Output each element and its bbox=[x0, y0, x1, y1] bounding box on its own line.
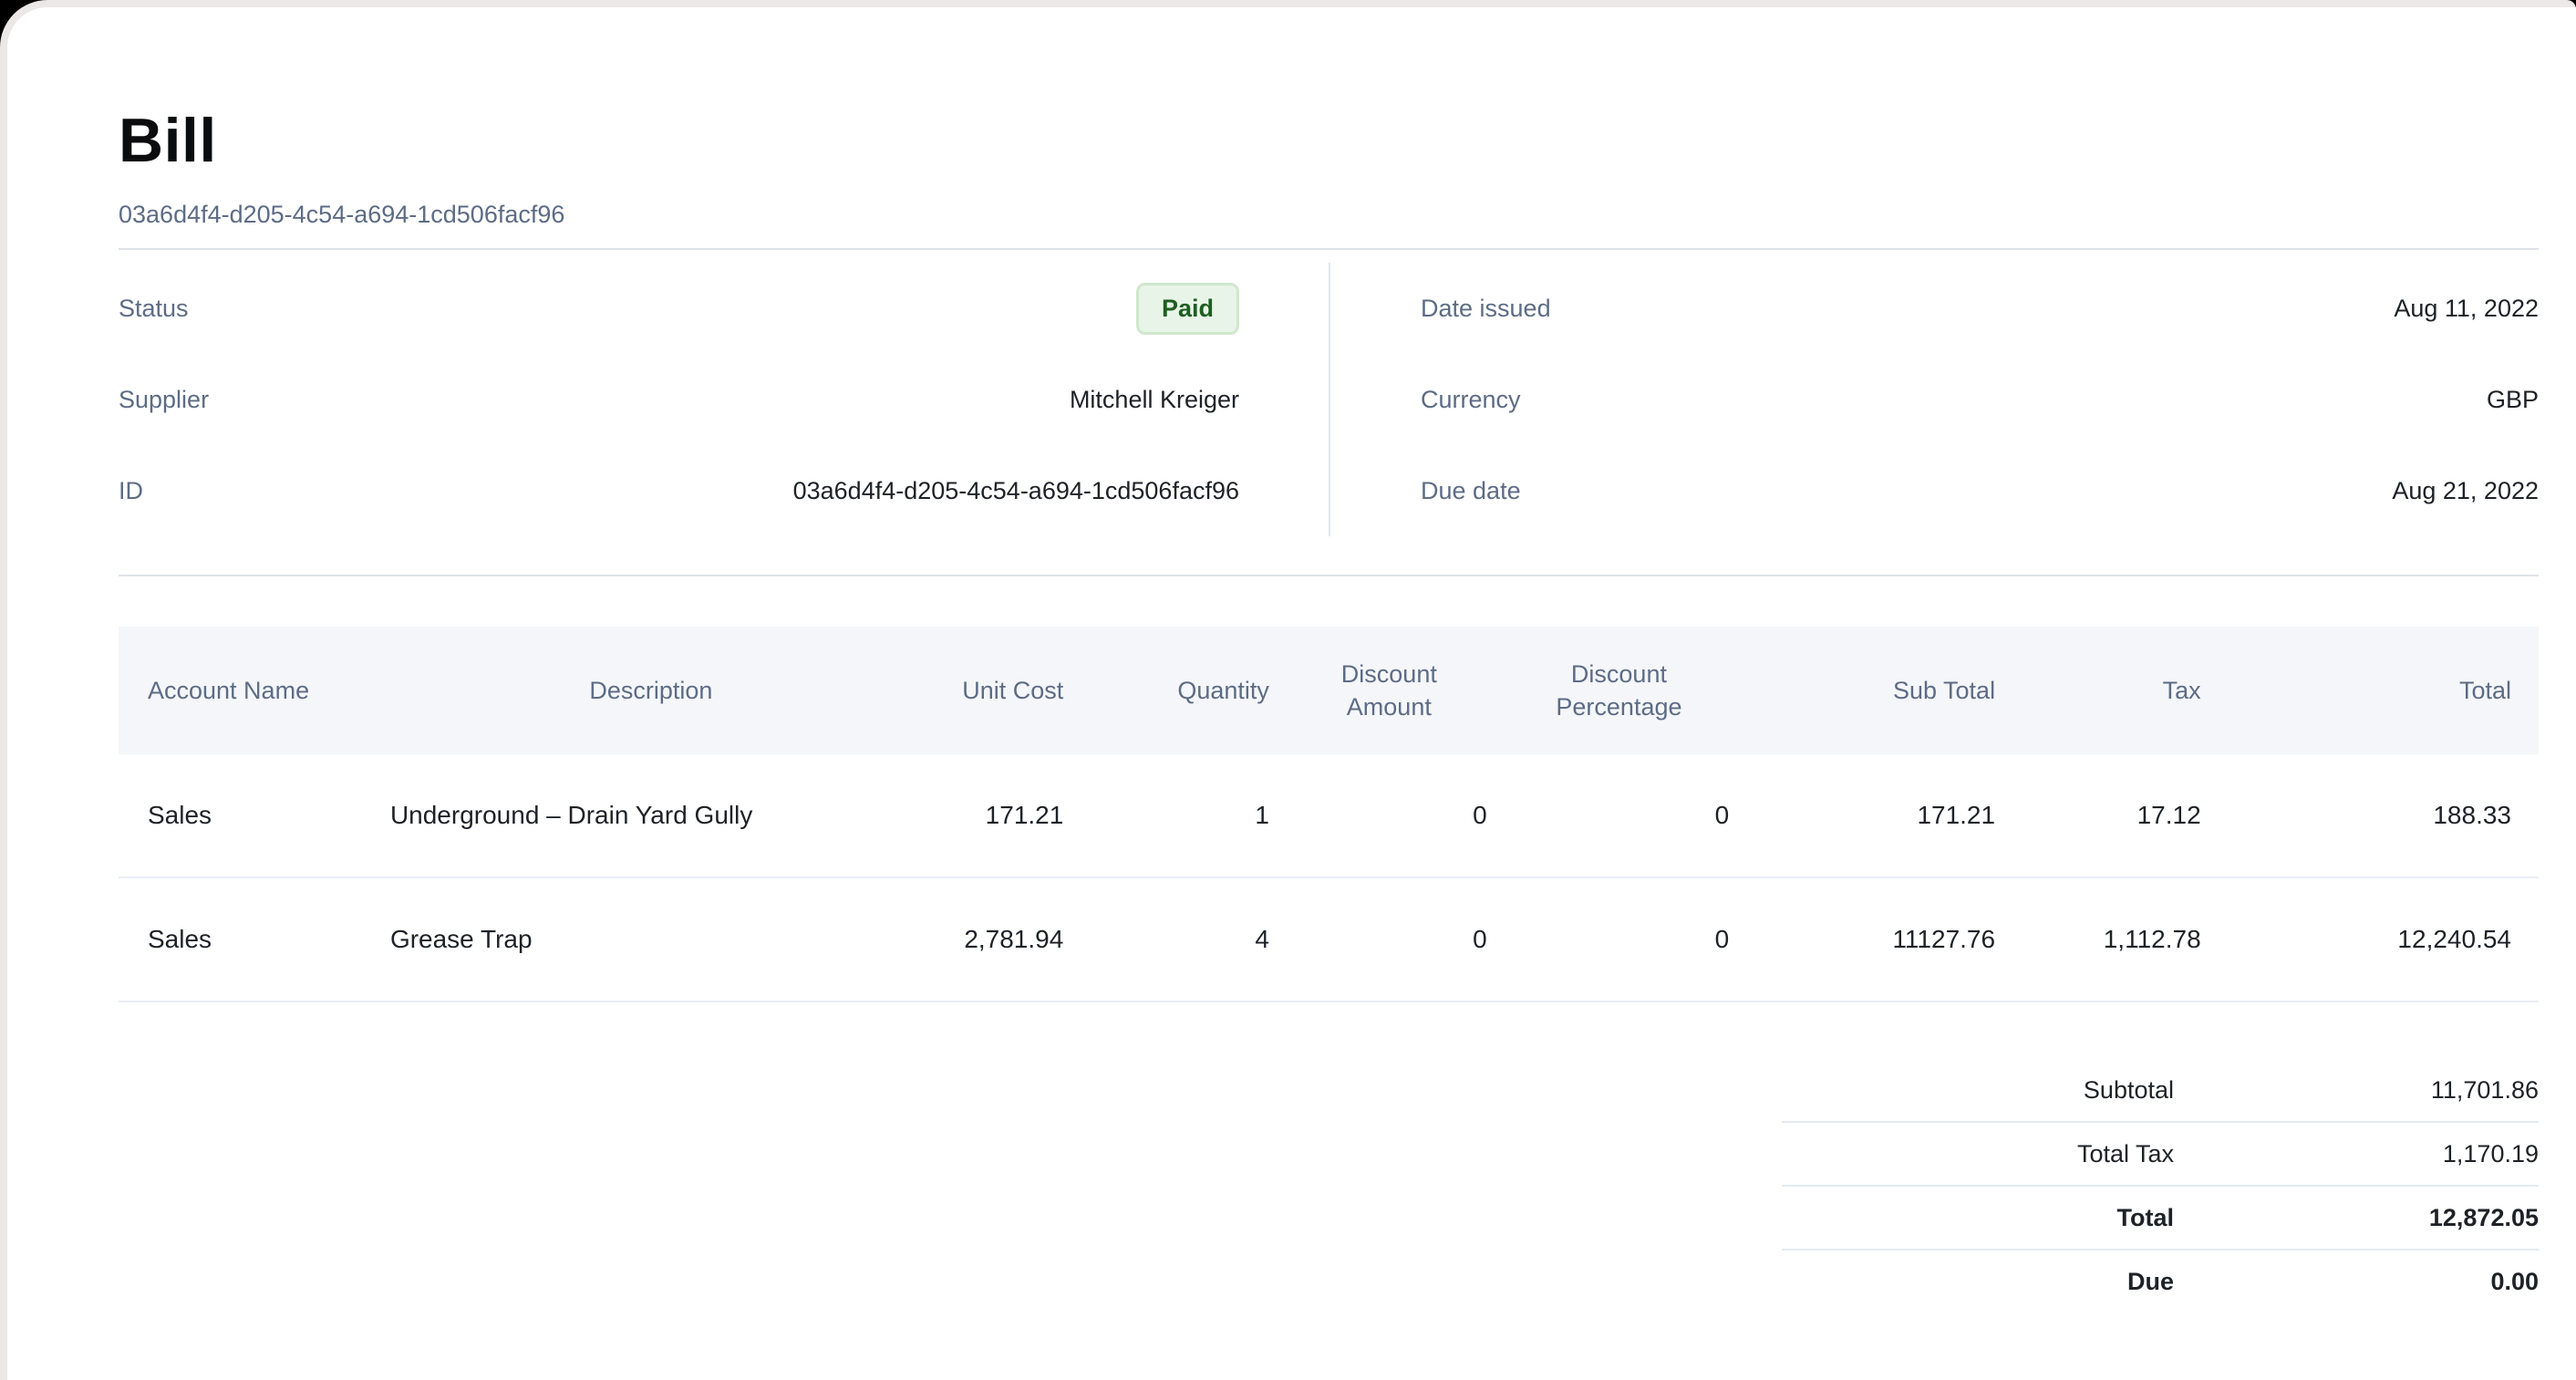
cell-description: Underground – Drain Yard Gully bbox=[385, 754, 917, 877]
col-header-unit-cost: Unit Cost bbox=[917, 627, 1075, 754]
total-value: 12,872.05 bbox=[2174, 1204, 2539, 1232]
col-header-quantity: Quantity bbox=[1074, 627, 1280, 754]
cell-unit-cost: 2,781.94 bbox=[917, 877, 1075, 1001]
cell-account-name: Sales bbox=[119, 754, 385, 877]
table-row: Sales Underground – Drain Yard Gully 171… bbox=[119, 754, 2539, 877]
bill-uuid: 03a6d4f4-d205-4c54-a694-1cd506facf96 bbox=[119, 199, 2539, 230]
bill-info-right-column: Date issued Aug 11, 2022 Currency GBP Du… bbox=[1329, 263, 2539, 536]
divider-under-info bbox=[119, 575, 2539, 576]
bill-info-left-column: Status Paid Supplier Mitchell Kreiger ID… bbox=[119, 263, 1329, 536]
bill-detail-card: Bill 03a6d4f4-d205-4c54-a694-1cd506facf9… bbox=[7, 7, 2576, 1380]
table-row: Sales Grease Trap 2,781.94 4 0 0 11127.7… bbox=[119, 877, 2539, 1001]
due-label: Due bbox=[1782, 1268, 2174, 1296]
total-label: Total bbox=[1782, 1204, 2174, 1232]
info-row-supplier: Supplier Mitchell Kreiger bbox=[119, 354, 1239, 445]
id-label: ID bbox=[119, 477, 143, 505]
total-tax-value: 1,170.19 bbox=[2174, 1140, 2539, 1168]
due-date-label: Due date bbox=[1421, 477, 1521, 505]
total-tax-label: Total Tax bbox=[1782, 1140, 2174, 1168]
cell-unit-cost: 171.21 bbox=[917, 754, 1075, 877]
totals-row-total-tax: Total Tax 1,170.19 bbox=[1782, 1121, 2539, 1185]
id-value: 03a6d4f4-d205-4c54-a694-1cd506facf96 bbox=[793, 477, 1239, 505]
info-row-id: ID 03a6d4f4-d205-4c54-a694-1cd506facf96 bbox=[119, 445, 1239, 536]
cell-sub-total: 11127.76 bbox=[1740, 877, 2006, 1001]
col-header-total: Total bbox=[2212, 627, 2539, 754]
cell-description: Grease Trap bbox=[385, 877, 917, 1001]
cell-discount-percentage: 0 bbox=[1498, 754, 1740, 877]
date-issued-value: Aug 11, 2022 bbox=[2394, 295, 2539, 323]
col-header-discount-percentage: Discount Percentage bbox=[1498, 627, 1740, 754]
supplier-label: Supplier bbox=[119, 386, 209, 414]
totals-row-total: Total 12,872.05 bbox=[1782, 1185, 2539, 1249]
due-date-value: Aug 21, 2022 bbox=[2392, 477, 2539, 505]
status-badge: Paid bbox=[1136, 283, 1239, 335]
cell-sub-total: 171.21 bbox=[1740, 754, 2006, 877]
cell-total: 12,240.54 bbox=[2212, 877, 2539, 1001]
col-header-account-name: Account Name bbox=[119, 627, 385, 754]
col-header-description: Description bbox=[385, 627, 917, 754]
supplier-value: Mitchell Kreiger bbox=[1070, 386, 1239, 414]
col-header-tax: Tax bbox=[2006, 627, 2212, 754]
currency-label: Currency bbox=[1421, 386, 1521, 414]
due-value: 0.00 bbox=[2174, 1268, 2539, 1296]
page-title: Bill bbox=[119, 106, 2539, 175]
date-issued-label: Date issued bbox=[1421, 295, 1551, 323]
info-row-currency: Currency GBP bbox=[1421, 354, 2539, 445]
totals-row-due: Due 0.00 bbox=[1782, 1249, 2539, 1313]
col-header-sub-total: Sub Total bbox=[1740, 627, 2006, 754]
info-row-due-date: Due date Aug 21, 2022 bbox=[1421, 445, 2539, 536]
cell-total: 188.33 bbox=[2212, 754, 2539, 877]
cell-tax: 17.12 bbox=[2006, 754, 2212, 877]
bill-info-section: Status Paid Supplier Mitchell Kreiger ID… bbox=[119, 250, 2539, 536]
line-items-table: Account Name Description Unit Cost Quant… bbox=[119, 627, 2539, 1002]
subtotal-label: Subtotal bbox=[1782, 1076, 2174, 1105]
status-label: Status bbox=[119, 295, 189, 323]
totals-row-subtotal: Subtotal 11,701.86 bbox=[1782, 1059, 2539, 1121]
cell-tax: 1,112.78 bbox=[2006, 877, 2212, 1001]
cell-quantity: 4 bbox=[1074, 877, 1280, 1001]
subtotal-value: 11,701.86 bbox=[2174, 1076, 2539, 1105]
cell-discount-amount: 0 bbox=[1280, 754, 1498, 877]
cell-account-name: Sales bbox=[119, 877, 385, 1001]
currency-value: GBP bbox=[2487, 386, 2539, 414]
table-header-row: Account Name Description Unit Cost Quant… bbox=[119, 627, 2539, 754]
info-row-date-issued: Date issued Aug 11, 2022 bbox=[1421, 263, 2539, 354]
cell-quantity: 1 bbox=[1074, 754, 1280, 877]
col-header-discount-amount: Discount Amount bbox=[1280, 627, 1498, 754]
info-row-status: Status Paid bbox=[119, 263, 1239, 354]
cell-discount-amount: 0 bbox=[1280, 877, 1498, 1001]
totals-section: Subtotal 11,701.86 Total Tax 1,170.19 To… bbox=[1782, 1059, 2539, 1313]
cell-discount-percentage: 0 bbox=[1498, 877, 1740, 1001]
